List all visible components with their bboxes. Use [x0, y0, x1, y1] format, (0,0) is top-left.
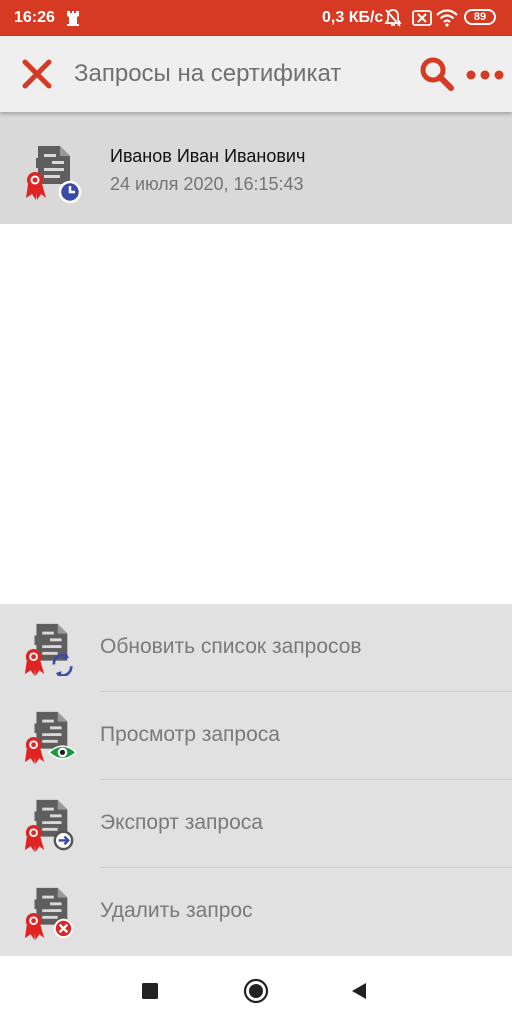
- export-request-label: Экспорт запроса: [100, 811, 263, 834]
- recents-icon[interactable]: [141, 982, 159, 1000]
- network-speed: 0,3 КБ/с: [322, 9, 384, 26]
- back-icon[interactable]: [350, 982, 368, 1000]
- certificate-refresh-icon: [24, 623, 73, 676]
- search-icon[interactable]: [418, 56, 456, 92]
- request-date: 24 июля 2020, 16:15:43: [110, 174, 304, 194]
- battery-icon: 89: [464, 9, 496, 25]
- refresh-list-action[interactable]: Обновить список запросов: [0, 604, 512, 692]
- delete-request-label: Удалить запрос: [100, 899, 253, 922]
- system-nav-bar: [0, 956, 512, 1024]
- app-toolbar: Запросы на сертификат: [0, 36, 512, 112]
- more-icon[interactable]: [466, 70, 504, 80]
- certificate-delete-icon: [24, 887, 74, 940]
- refresh-list-label: Обновить список запросов: [100, 635, 362, 658]
- request-list-item[interactable]: Иванов Иван Иванович 24 июля 2020, 16:15…: [0, 112, 512, 224]
- status-time: 16:26: [14, 9, 55, 26]
- page-title: Запросы на сертификат: [74, 60, 342, 87]
- certificate-clock-icon: [26, 146, 82, 204]
- view-request-label: Просмотр запроса: [100, 723, 280, 746]
- certificate-export-icon: [24, 799, 74, 852]
- request-name: Иванов Иван Иванович: [110, 146, 306, 166]
- certificate-view-icon: [24, 711, 78, 764]
- export-request-action[interactable]: Экспорт запроса: [0, 780, 512, 868]
- close-icon[interactable]: [20, 57, 54, 91]
- status-bar: 16:26 0,3 КБ/с 89: [0, 0, 512, 36]
- bottom-action-menu: Обновить список запросов Просмотр запрос…: [0, 604, 512, 956]
- wifi-icon: [436, 9, 458, 27]
- sim-off-icon: [412, 10, 432, 26]
- view-request-action[interactable]: Просмотр запроса: [0, 692, 512, 780]
- home-icon[interactable]: [243, 978, 269, 1004]
- delete-request-action[interactable]: Удалить запрос: [0, 868, 512, 956]
- bell-off-icon: [384, 9, 402, 27]
- castle-icon: [67, 11, 79, 26]
